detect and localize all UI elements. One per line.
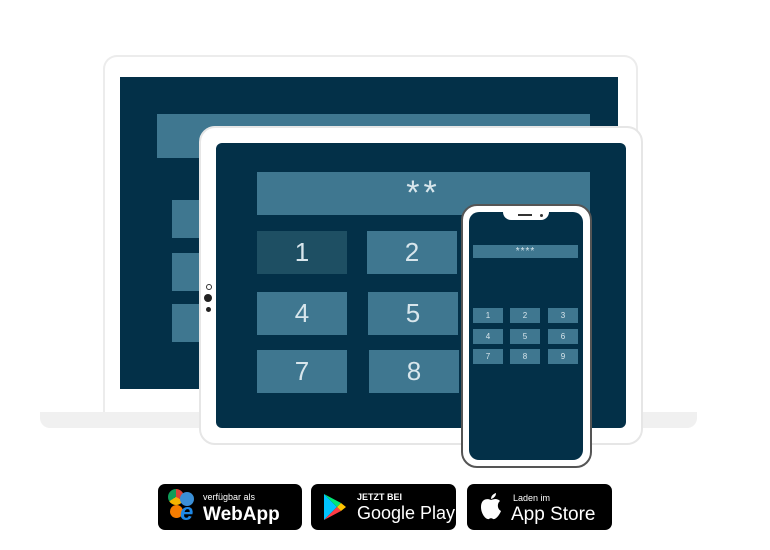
- phone-key[interactable]: 2: [510, 308, 540, 323]
- badge-top-text: verfügbar als: [203, 492, 256, 502]
- phone-speaker: [518, 214, 532, 216]
- tablet-sensor: [206, 284, 212, 290]
- phone-key[interactable]: 6: [548, 329, 578, 344]
- badge-bottom-text: Google Play: [357, 503, 456, 523]
- tablet-key[interactable]: 1: [257, 231, 347, 274]
- webapp-badge[interactable]: e verfügbar als WebApp: [158, 484, 302, 530]
- badge-bottom-text: WebApp: [203, 504, 280, 525]
- tablet-camera: [204, 294, 212, 302]
- phone-key[interactable]: 9: [548, 349, 578, 364]
- tablet-key[interactable]: 7: [257, 350, 347, 393]
- phone-camera: [540, 214, 543, 217]
- tablet-key[interactable]: 5: [368, 292, 458, 335]
- phone-key[interactable]: 4: [473, 329, 503, 344]
- google-play-badge[interactable]: JETZT BEI Google Play: [311, 484, 456, 530]
- tablet-key[interactable]: 4: [257, 292, 347, 335]
- phone-key[interactable]: 1: [473, 308, 503, 323]
- phone-key[interactable]: 8: [510, 349, 540, 364]
- badge-bottom-text: App Store: [511, 504, 596, 525]
- badge-top-text: JETZT BEI: [357, 492, 403, 502]
- app-store-badge[interactable]: Laden im App Store: [467, 484, 612, 530]
- browser-icons: e: [168, 489, 196, 525]
- phone-key[interactable]: 3: [548, 308, 578, 323]
- tablet-key[interactable]: 2: [367, 231, 457, 274]
- phone-pin-display: ****: [473, 245, 578, 258]
- tablet-sensor: [206, 307, 211, 312]
- apple-icon: [481, 493, 501, 520]
- tablet-key[interactable]: 8: [369, 350, 459, 393]
- phone-key[interactable]: 7: [473, 349, 503, 364]
- phone-key[interactable]: 5: [510, 329, 540, 344]
- badge-top-text: Laden im: [513, 493, 551, 503]
- google-play-icon: [324, 494, 346, 520]
